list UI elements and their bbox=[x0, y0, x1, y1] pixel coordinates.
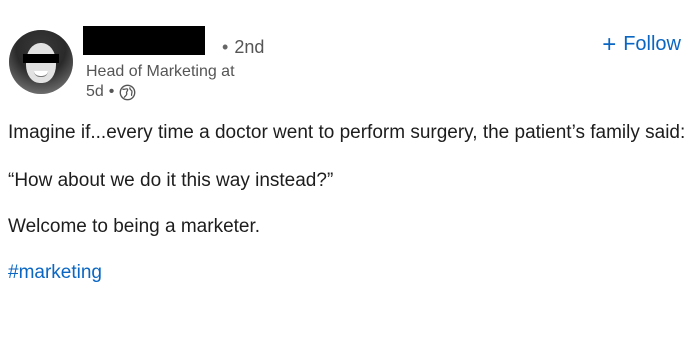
post-text-quote: “How about we do it this way instead?” bbox=[8, 170, 334, 191]
post-text-line: Welcome to being a marketer. bbox=[8, 216, 261, 237]
separator-dot: • bbox=[108, 83, 115, 100]
avatar-censor-bar bbox=[23, 54, 59, 63]
social-post: • 2nd + Follow Head of Marketing at 5d •… bbox=[0, 0, 700, 354]
post-age: 5d bbox=[86, 83, 104, 100]
hashtag-link[interactable]: #marketing bbox=[8, 261, 692, 285]
globe-icon bbox=[120, 84, 136, 100]
post-body: Imagine if...every time a doctor went to… bbox=[8, 121, 692, 285]
avatar-face bbox=[26, 43, 56, 83]
post-text-line: Imagine if...every time a doctor went to… bbox=[8, 122, 686, 143]
follow-button[interactable]: + Follow bbox=[602, 30, 681, 58]
plus-icon: + bbox=[602, 30, 617, 58]
connection-degree: • 2nd bbox=[222, 37, 264, 58]
avatar[interactable] bbox=[9, 30, 73, 94]
author-name-redaction bbox=[83, 26, 205, 55]
post-meta: 5d • bbox=[86, 83, 136, 101]
author-headline: Head of Marketing at bbox=[86, 63, 235, 80]
follow-label: Follow bbox=[623, 33, 681, 55]
connection-degree-label: 2nd bbox=[234, 37, 265, 57]
separator-dot: • bbox=[222, 37, 229, 57]
